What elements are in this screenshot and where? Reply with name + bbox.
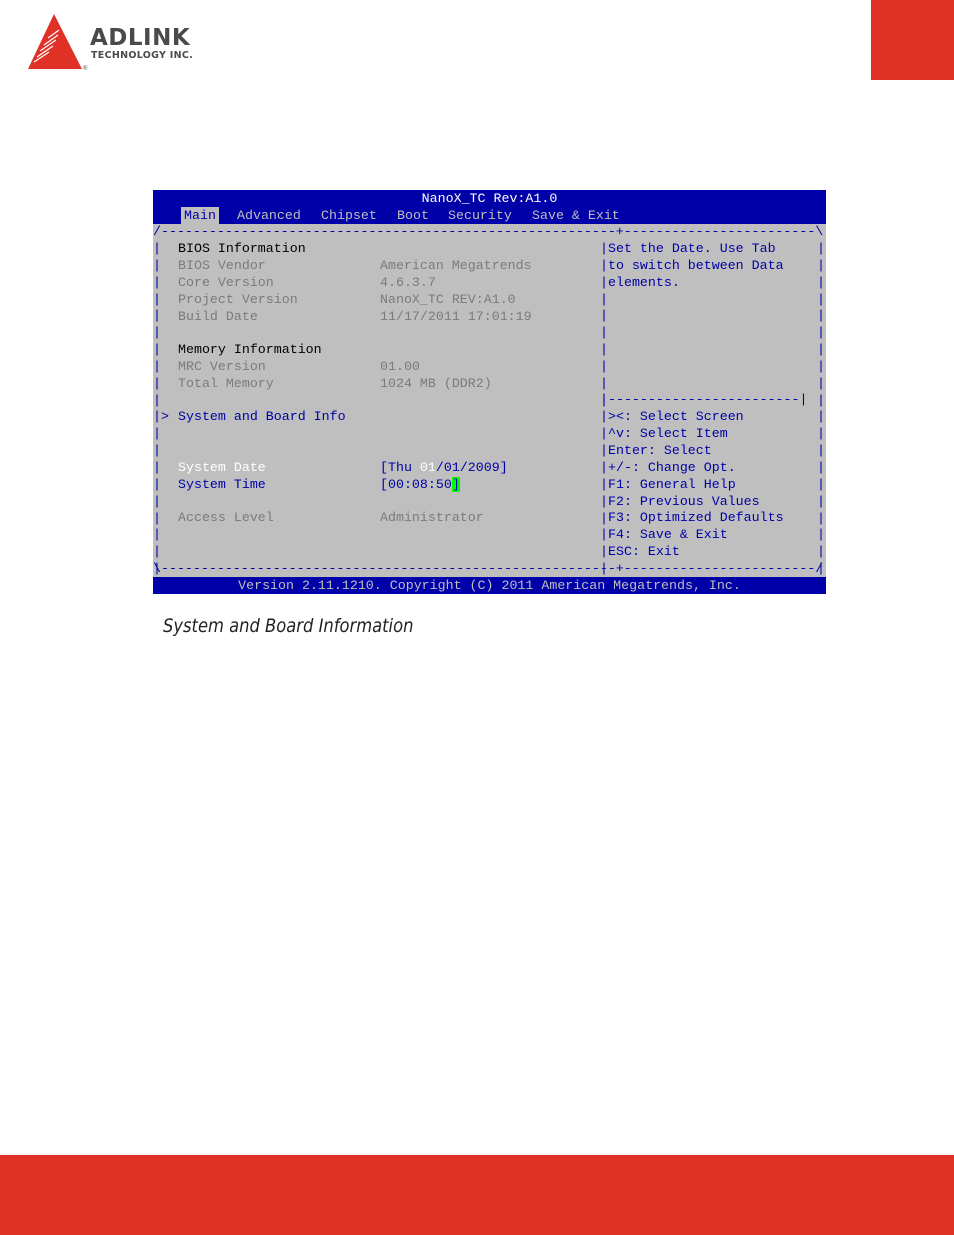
- brand-name: ADLINK: [90, 25, 191, 51]
- bios-footer: Version 2.11.1210. Copyright (C) 2011 Am…: [153, 577, 826, 594]
- help-line-1: Set the Date. Use Tab: [608, 241, 776, 256]
- bios-border-top: /---------------------------------------…: [153, 224, 824, 239]
- bios-border-divider: | | | | | | | | | | | | | | | | | | | |: [600, 241, 608, 577]
- system-time-field[interactable]: [00:08:50]: [380, 477, 460, 494]
- build-date-label: Build Date: [178, 309, 258, 324]
- core-version-label: Core Version: [178, 275, 274, 290]
- help-line-2: to switch between Data: [608, 258, 784, 273]
- figure-caption: System and Board Information: [163, 615, 414, 637]
- system-date-field[interactable]: [Thu 01/01/2009]: [380, 460, 508, 477]
- brand-subtitle: TECHNOLOGY INC.: [91, 50, 194, 61]
- key-help-change-opt: +/-: Change Opt.: [608, 460, 736, 475]
- bios-menu-bar: Main Advanced Chipset Boot Security Save…: [153, 207, 826, 224]
- help-line-3: elements.: [608, 275, 680, 290]
- access-level-label: Access Level: [178, 510, 274, 525]
- corner-tab: [871, 0, 954, 80]
- tab-boot[interactable]: Boot: [397, 207, 429, 224]
- access-level-value: Administrator: [380, 510, 484, 525]
- system-date-rest: /01/2009]: [435, 460, 508, 475]
- bios-vendor-label: BIOS Vendor: [178, 258, 266, 273]
- project-version-value: NanoX_TC REV:A1.0: [380, 292, 516, 307]
- system-date-label[interactable]: System Date: [178, 460, 266, 477]
- memory-info-heading: Memory Information: [178, 342, 322, 357]
- tab-save-exit[interactable]: Save & Exit: [532, 207, 620, 224]
- total-memory-value: 1024 MB (DDR2): [380, 376, 492, 391]
- help-separator: |------------------------|: [600, 392, 808, 407]
- footer-bar: [0, 1155, 954, 1235]
- adlink-logo: ADLINK TECHNOLOGY INC. ®: [26, 12, 226, 74]
- key-help-esc: ESC: Exit: [608, 544, 680, 559]
- registered-mark: ®: [83, 66, 88, 72]
- key-help-select-item: ^v: Select Item: [608, 426, 728, 441]
- key-help-f1: F1: General Help: [608, 477, 736, 492]
- bios-vendor-value: American Megatrends: [380, 258, 532, 273]
- bios-border-right: | | | | | | | | | | | | | | | | | | | |: [817, 241, 825, 577]
- tab-security[interactable]: Security: [448, 207, 512, 224]
- total-memory-label: Total Memory: [178, 376, 274, 391]
- bios-screen: NanoX_TC Rev:A1.0 Main Advanced Chipset …: [153, 190, 826, 594]
- system-board-info-link[interactable]: System and Board Info: [178, 409, 346, 426]
- key-help-select-screen: ><: Select Screen: [608, 409, 744, 424]
- system-date-day: [Thu: [380, 460, 420, 475]
- bios-border-left: | | | | | | | | | | | | | | | | | | | |: [153, 241, 161, 577]
- system-time-value: [00:08:50: [380, 477, 452, 492]
- tab-chipset[interactable]: Chipset: [321, 207, 377, 224]
- text-cursor: ]: [451, 477, 460, 492]
- mrc-version-label: MRC Version: [178, 359, 266, 374]
- key-help-f2: F2: Previous Values: [608, 494, 760, 509]
- bios-title: NanoX_TC Rev:A1.0: [153, 190, 826, 207]
- project-version-label: Project Version: [178, 292, 298, 307]
- mrc-version-value: 01.00: [380, 359, 420, 374]
- bios-info-heading: BIOS Information: [178, 241, 306, 256]
- key-help-enter: Enter: Select: [608, 443, 712, 458]
- bios-body: /---------------------------------------…: [153, 224, 826, 577]
- key-help-f3: F3: Optimized Defaults: [608, 510, 784, 525]
- adlink-triangle-icon: [28, 14, 82, 69]
- core-version-value: 4.6.3.7: [380, 275, 436, 290]
- submenu-marker: >: [161, 409, 169, 424]
- key-help-f4: F4: Save & Exit: [608, 527, 728, 542]
- system-date-month[interactable]: 01: [420, 460, 436, 475]
- system-time-label[interactable]: System Time: [178, 477, 266, 494]
- tab-main[interactable]: Main: [181, 207, 219, 224]
- tab-advanced[interactable]: Advanced: [237, 207, 301, 224]
- build-date-value: 11/17/2011 17:01:19: [380, 309, 532, 324]
- bios-border-bottom: \---------------------------------------…: [153, 561, 824, 576]
